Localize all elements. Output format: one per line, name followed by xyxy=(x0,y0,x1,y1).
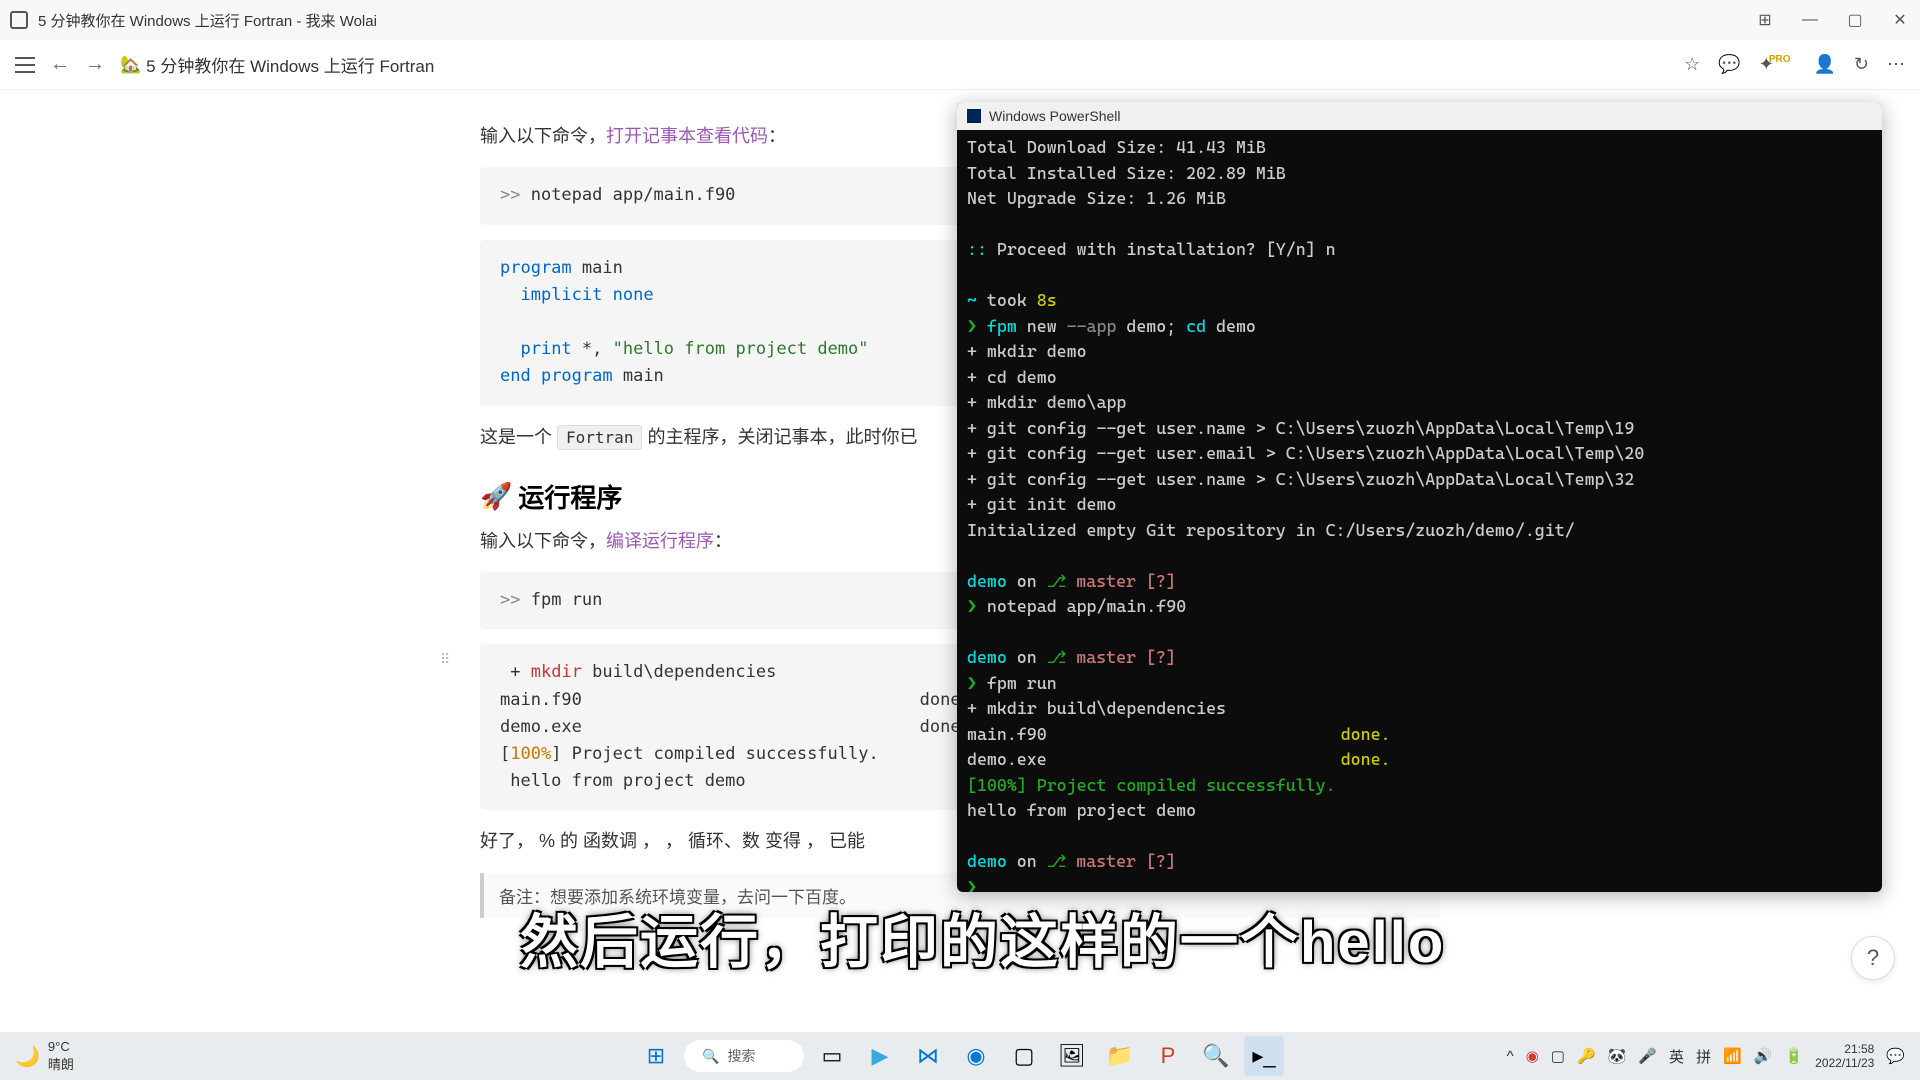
tray-icon-4[interactable]: 🐼 xyxy=(1608,1047,1627,1065)
volume-icon[interactable]: 🔊 xyxy=(1754,1047,1773,1065)
back-button[interactable]: ← xyxy=(50,53,70,76)
more-icon[interactable]: ⋯ xyxy=(1887,54,1905,75)
star-icon[interactable]: ☆ xyxy=(1684,54,1700,75)
terminal-output: Total Download Size: 41.43 MiB Total Ins… xyxy=(957,130,1882,892)
app-icon-3[interactable]: 🖼 xyxy=(1052,1036,1092,1076)
everything-icon[interactable]: 🔍 xyxy=(1196,1036,1236,1076)
breadcrumb-icon: 🏡 xyxy=(120,55,141,75)
weather-desc: 晴朗 xyxy=(48,1054,74,1073)
taskbar-center: ⊞ 🔍 搜索 ▭ ▶ ⋈ ◉ ▢ 🖼 📁 P 🔍 ▸_ xyxy=(636,1036,1284,1076)
mic-icon[interactable]: 🎤 xyxy=(1638,1047,1657,1065)
user-icon[interactable]: 👤 xyxy=(1813,54,1835,75)
weather-widget[interactable]: 🌙 9°C 晴朗 xyxy=(15,1039,74,1073)
link-compile-run[interactable]: 编译运行程序 xyxy=(606,531,714,551)
taskview-icon[interactable]: ▭ xyxy=(812,1036,852,1076)
battery-icon[interactable]: 🔋 xyxy=(1784,1047,1803,1065)
notification-icon[interactable]: 💬 xyxy=(1886,1047,1905,1065)
help-button[interactable]: ? xyxy=(1851,936,1895,980)
app-icon-1[interactable]: ▶ xyxy=(860,1036,900,1076)
inline-code: Fortran xyxy=(557,425,642,450)
tray-icon-1[interactable]: ◉ xyxy=(1526,1047,1539,1065)
link-open-notepad[interactable]: 打开记事本查看代码 xyxy=(606,126,768,146)
powerpoint-icon[interactable]: P xyxy=(1148,1036,1188,1076)
terminal-title: Windows PowerShell xyxy=(989,106,1121,127)
maximize-button[interactable]: ▢ xyxy=(1845,10,1865,30)
window-title: 5 分钟教你在 Windows 上运行 Fortran - 我来 Wolai xyxy=(38,10,1755,31)
comment-icon[interactable]: 💬 xyxy=(1718,54,1740,75)
rocket-icon: 🚀 xyxy=(480,481,512,512)
menu-icon[interactable] xyxy=(15,57,35,73)
app-icon xyxy=(10,11,28,29)
start-button[interactable]: ⊞ xyxy=(636,1036,676,1076)
history-icon[interactable]: ↻ xyxy=(1854,54,1869,75)
close-button[interactable]: ✕ xyxy=(1890,10,1910,30)
system-tray: ^ ◉ ▢ 🔑 🐼 🎤 英 拼 📶 🔊 🔋 21:58 2022/11/23 💬 xyxy=(1507,1042,1905,1071)
terminal-titlebar[interactable]: Windows PowerShell xyxy=(957,102,1882,130)
sparkle-icon[interactable]: ✦PRO xyxy=(1759,54,1796,75)
powershell-icon xyxy=(967,109,981,123)
minimize-button[interactable]: — xyxy=(1800,10,1820,30)
taskbar-clock[interactable]: 21:58 2022/11/23 xyxy=(1815,1042,1874,1071)
breadcrumb[interactable]: 🏡 5 分钟教你在 Windows 上运行 Fortran xyxy=(120,52,434,77)
explorer-icon[interactable]: 📁 xyxy=(1100,1036,1140,1076)
app-icon-2[interactable]: ▢ xyxy=(1004,1036,1044,1076)
windows-taskbar: 🌙 9°C 晴朗 ⊞ 🔍 搜索 ▭ ▶ ⋈ ◉ ▢ 🖼 📁 P 🔍 ▸_ ^ ◉… xyxy=(0,1032,1920,1080)
video-caption: 然后运行，打印的这样的一个hello xyxy=(520,895,1445,979)
breadcrumb-text: 5 分钟教你在 Windows 上运行 Fortran xyxy=(146,52,434,77)
navbar: ← → 🏡 5 分钟教你在 Windows 上运行 Fortran ☆ 💬 ✦P… xyxy=(0,40,1920,90)
powershell-taskbar-icon[interactable]: ▸_ xyxy=(1244,1036,1284,1076)
ime-mode[interactable]: 拼 xyxy=(1696,1046,1711,1067)
wifi-icon[interactable]: 📶 xyxy=(1723,1047,1742,1065)
tray-icon-3[interactable]: 🔑 xyxy=(1577,1047,1596,1065)
tray-icon-2[interactable]: ▢ xyxy=(1551,1047,1565,1065)
ime-lang[interactable]: 英 xyxy=(1669,1046,1684,1067)
terminal-window[interactable]: Windows PowerShell Total Download Size: … xyxy=(957,102,1882,892)
search-box[interactable]: 🔍 搜索 xyxy=(684,1040,804,1072)
weather-temp: 9°C xyxy=(48,1039,74,1054)
edge-icon[interactable]: ◉ xyxy=(956,1036,996,1076)
forward-button[interactable]: → xyxy=(85,53,105,76)
grid-icon[interactable]: ⊞ xyxy=(1755,10,1775,30)
pro-badge: PRO xyxy=(1769,54,1791,65)
drag-handle-icon[interactable]: ⠿ xyxy=(440,649,452,671)
vscode-icon[interactable]: ⋈ xyxy=(908,1036,948,1076)
weather-icon: 🌙 xyxy=(15,1044,40,1069)
tray-chevron-icon[interactable]: ^ xyxy=(1507,1048,1514,1065)
window-titlebar: 5 分钟教你在 Windows 上运行 Fortran - 我来 Wolai ⊞… xyxy=(0,0,1920,40)
